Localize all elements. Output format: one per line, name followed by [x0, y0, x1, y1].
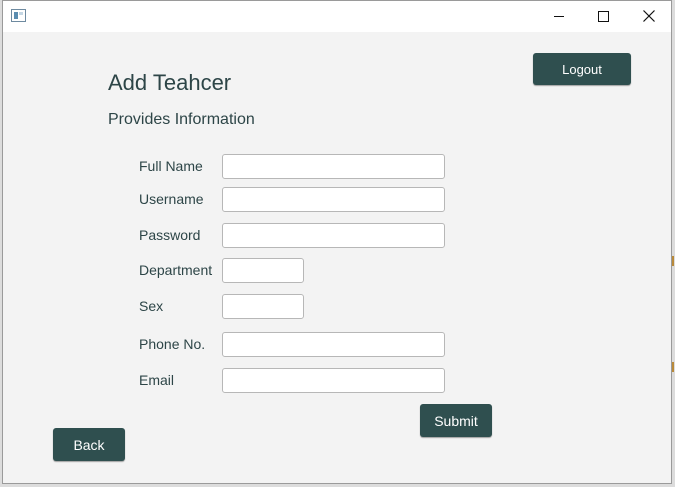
password-label: Password [139, 227, 201, 243]
minimize-button[interactable] [536, 1, 581, 31]
app-window: Logout Add Teahcer Provides Information … [2, 0, 672, 484]
form-panel: Logout Add Teahcer Provides Information … [3, 32, 671, 483]
department-label: Department [139, 262, 213, 278]
email-field[interactable] [222, 368, 445, 393]
email-label: Email [139, 372, 175, 388]
full-name-field[interactable] [222, 154, 445, 179]
submit-button[interactable]: Submit [420, 404, 492, 437]
logout-button[interactable]: Logout [533, 53, 631, 85]
close-button[interactable] [626, 1, 671, 31]
phone-field[interactable] [222, 332, 445, 357]
desktop-artifact [672, 256, 674, 266]
close-icon [642, 10, 655, 22]
desktop-artifact [672, 362, 674, 372]
sex-field[interactable] [222, 294, 304, 319]
username-label: Username [139, 191, 204, 207]
app-window-icon [11, 9, 26, 22]
title-bar [3, 1, 671, 32]
phone-label: Phone No. [139, 336, 206, 352]
password-field[interactable] [222, 223, 445, 248]
page-title: Add Teahcer [108, 70, 232, 95]
back-button[interactable]: Back [53, 428, 125, 461]
maximize-button[interactable] [581, 1, 626, 31]
username-field[interactable] [222, 187, 445, 212]
department-field[interactable] [222, 258, 304, 283]
page-subtitle: Provides Information [108, 111, 255, 128]
full-name-label: Full Name [139, 158, 203, 174]
minimize-icon [553, 15, 564, 17]
sex-label: Sex [139, 298, 164, 314]
maximize-icon [598, 10, 609, 22]
